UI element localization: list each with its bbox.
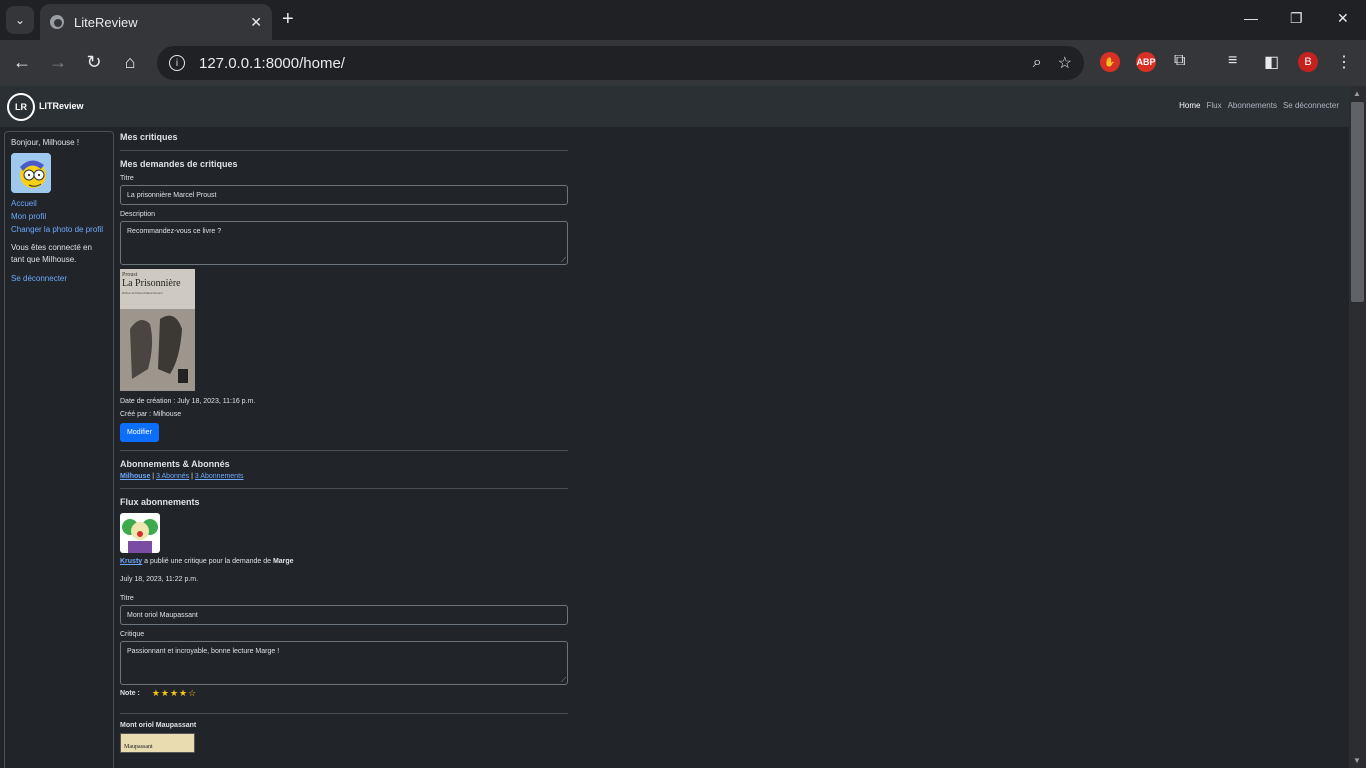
scroll-down-icon[interactable]: ▼ xyxy=(1353,756,1361,765)
nav-links: Home Flux Abonnements Se déconnecter xyxy=(1179,101,1339,110)
ticket-title-field[interactable]: La prisonnière Marcel Proust xyxy=(120,185,568,205)
minimize-icon[interactable]: — xyxy=(1244,10,1258,26)
edit-ticket-button[interactable]: Modifier xyxy=(120,423,159,442)
review-title-field[interactable]: Mont oriol Maupassant xyxy=(120,605,568,625)
divider xyxy=(120,150,568,151)
main-content: Mes critiques Mes demandes de critiques … xyxy=(120,131,568,753)
nav-flux[interactable]: Flux xyxy=(1206,101,1221,110)
feed-action-text: a publié une critique pour la demande de xyxy=(142,558,273,565)
browser-tabstrip: ⌄ LiteReview ✕ + — ❐ ✕ xyxy=(0,0,1366,40)
book-cover-image: Proust La Prisonnière Préface de Pierre-… xyxy=(120,269,195,391)
sidebar-logout-link[interactable]: Se déconnecter xyxy=(11,274,107,283)
tab-search-button[interactable]: ⌄ xyxy=(6,6,34,34)
next-ticket-title: Mont oriol Maupassant xyxy=(120,722,197,729)
extensions-icon[interactable]: ⧉ xyxy=(1174,52,1185,70)
review-critique-field[interactable]: Passionnant et incroyable, bonne lecture… xyxy=(120,641,568,685)
scroll-up-icon[interactable]: ▲ xyxy=(1353,89,1361,98)
follows-user-link[interactable]: Milhouse xyxy=(120,473,150,480)
followers-link[interactable]: 3 Abonnés xyxy=(156,473,189,480)
sidebar-link-profil[interactable]: Mon profil xyxy=(11,212,107,221)
close-window-icon[interactable]: ✕ xyxy=(1337,10,1349,27)
bookmark-star-icon[interactable]: ☆ xyxy=(1058,53,1072,73)
divider xyxy=(120,450,568,451)
my-reviews-heading: Mes critiques xyxy=(120,132,178,142)
feed-post-date: July 18, 2023, 11:22 p.m. xyxy=(120,576,199,583)
back-button[interactable]: ← xyxy=(10,52,34,73)
nav-abonnements[interactable]: Abonnements xyxy=(1228,101,1277,110)
site-info-icon[interactable]: i xyxy=(169,55,185,71)
star-rating: ★★★★☆ xyxy=(151,688,198,698)
greeting-text: Bonjour, Milhouse ! xyxy=(11,138,80,147)
connected-text: Vous êtes connecté en tant que Milhouse. xyxy=(11,243,92,264)
ticket-created-date: Date de création : July 18, 2023, 11:16 … xyxy=(120,398,256,405)
media-icon[interactable]: ≡ xyxy=(1228,52,1237,70)
feed-target-user: Marge xyxy=(272,558,294,565)
ticket-created-by: Créé par : Milhouse xyxy=(120,411,182,418)
review-title-label: Titre xyxy=(120,595,134,602)
feed-author-link[interactable]: Krusty xyxy=(120,558,142,565)
follows-heading: Abonnements & Abonnés xyxy=(120,459,230,469)
rating-label: Note : xyxy=(120,690,140,697)
home-icon[interactable]: ⌂ xyxy=(118,52,142,73)
nav-home[interactable]: Home xyxy=(1179,101,1200,110)
following-link[interactable]: 3 Abonnements xyxy=(195,473,244,480)
scrollbar-thumb[interactable] xyxy=(1351,102,1364,302)
url-text[interactable]: 127.0.0.1:8000/home/ xyxy=(199,55,1017,72)
browser-toolbar: ← → ↻ ⌂ i 127.0.0.1:8000/home/ ⌕ ☆ ✋ ABP… xyxy=(0,40,1366,86)
menu-icon[interactable]: ⋮ xyxy=(1336,52,1352,72)
ticket-description-label: Description xyxy=(120,211,156,218)
ticket-description-field[interactable]: Recommandez-vous ce livre ? xyxy=(120,221,568,265)
feed-heading: Flux abonnements xyxy=(120,497,200,507)
divider xyxy=(120,713,568,714)
sidebar-link-photo[interactable]: Changer la photo de profil xyxy=(11,225,107,234)
site-navbar: LR LITReview Home Flux Abonnements Se dé… xyxy=(0,86,1349,127)
globe-icon xyxy=(50,15,64,29)
side-panel-icon[interactable]: ◧ xyxy=(1264,52,1279,72)
cover-title: La Prisonnière xyxy=(122,278,181,289)
brand-name[interactable]: LITReview xyxy=(39,101,84,111)
brand-logo-icon[interactable]: LR xyxy=(7,93,35,121)
hand-extension-icon[interactable]: ✋ xyxy=(1100,52,1120,72)
follows-links: Milhouse | 3 Abonnés | 3 Abonnements xyxy=(120,473,568,480)
sidebar-link-accueil[interactable]: Accueil xyxy=(11,199,107,208)
user-avatar xyxy=(11,153,51,193)
my-requests-heading: Mes demandes de critiques xyxy=(120,159,238,169)
cover-preface: Préface de Pierre-Edmond Robert xyxy=(122,291,163,295)
close-tab-icon[interactable]: ✕ xyxy=(250,14,262,31)
nav-logout[interactable]: Se déconnecter xyxy=(1283,101,1339,110)
zoom-icon[interactable]: ⌕ xyxy=(1033,54,1042,72)
adblock-icon[interactable]: ABP xyxy=(1136,52,1156,72)
web-page: LR LITReview Home Flux Abonnements Se dé… xyxy=(0,86,1349,768)
review-critique-label: Critique xyxy=(120,631,145,638)
next-cover-text: Maupassant xyxy=(124,744,153,750)
rating-row: Note : ★★★★☆ xyxy=(120,688,568,699)
feed-post-header: Krusty a publié une critique pour la dem… xyxy=(120,558,568,565)
forward-button[interactable]: → xyxy=(46,52,70,73)
next-book-cover: Maupassant xyxy=(120,733,195,753)
ticket-title-label: Titre xyxy=(120,175,134,182)
tab-title: LiteReview xyxy=(74,14,138,30)
restore-icon[interactable]: ❐ xyxy=(1290,10,1303,27)
address-bar[interactable]: i 127.0.0.1:8000/home/ ⌕ ☆ xyxy=(157,46,1084,80)
browser-tab[interactable]: LiteReview ✕ xyxy=(40,4,272,40)
reload-button[interactable]: ↻ xyxy=(82,52,106,73)
page-scrollbar[interactable]: ▲ ▼ xyxy=(1349,86,1366,768)
divider xyxy=(120,488,568,489)
profile-avatar[interactable]: B xyxy=(1298,52,1318,72)
krusty-avatar xyxy=(120,513,160,553)
sidebar: Bonjour, Milhouse ! Accueil Mon profil C… xyxy=(4,131,114,768)
new-tab-button[interactable]: + xyxy=(282,8,294,31)
